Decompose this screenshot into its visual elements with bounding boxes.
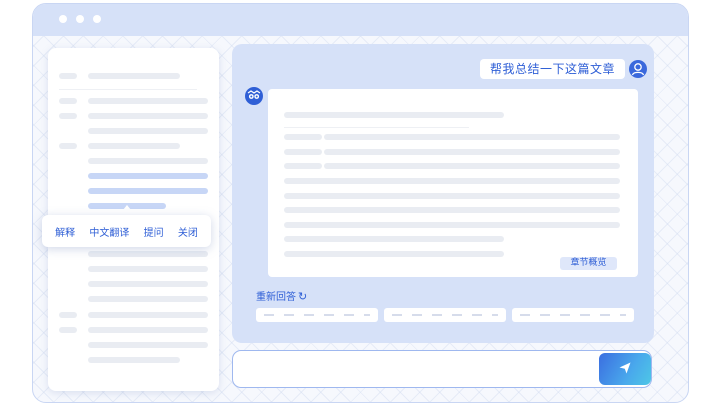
doc-line: [88, 342, 208, 348]
answer-line: [284, 134, 322, 140]
doc-line: [88, 158, 208, 164]
doc-line: [88, 266, 208, 272]
title-bar: [33, 4, 688, 36]
doc-line: [59, 312, 77, 318]
answer-card: [268, 89, 638, 277]
answer-line: [284, 207, 620, 213]
menu-item-close[interactable]: 关闭: [178, 224, 198, 239]
doc-line: [88, 73, 180, 79]
regenerate-button[interactable]: 重新回答 ↻: [256, 290, 307, 304]
chapter-overview-badge[interactable]: 章节概览: [560, 257, 617, 270]
paper-plane-icon: [618, 361, 632, 378]
send-button[interactable]: [599, 353, 651, 385]
menu-item-translate-chinese[interactable]: 中文翻译: [89, 224, 129, 239]
doc-line: [88, 327, 208, 333]
context-menu-arrow: [119, 205, 135, 215]
suggested-question[interactable]: [256, 308, 378, 322]
context-menu: 解释 中文翻译 提问 关闭: [42, 215, 211, 247]
answer-divider: [284, 127, 469, 128]
chat-input-box: [232, 350, 652, 388]
doc-line: [59, 113, 77, 119]
answer-line: [284, 222, 620, 228]
answer-line: [284, 193, 620, 199]
doc-line: [88, 312, 208, 318]
user-message: 帮我总结一下这篇文章: [480, 59, 625, 79]
doc-line: [88, 251, 208, 257]
menu-item-ask[interactable]: 提问: [144, 224, 164, 239]
doc-line: [88, 296, 208, 302]
answer-line: [284, 236, 504, 242]
window-dot-icon: [59, 15, 67, 23]
answer-line: [284, 149, 322, 155]
answer-line: [284, 112, 504, 118]
refresh-icon: ↻: [298, 290, 308, 303]
doc-line: [88, 281, 208, 287]
doc-line-selected[interactable]: [88, 173, 208, 179]
doc-line: [59, 73, 77, 79]
answer-line: [284, 251, 504, 257]
doc-line-selected[interactable]: [88, 188, 208, 194]
doc-divider: [59, 89, 197, 90]
owl-bot-icon: [245, 87, 263, 105]
answer-line: [324, 134, 620, 140]
suggested-question[interactable]: [512, 308, 634, 322]
suggested-question[interactable]: [384, 308, 506, 322]
user-avatar-icon: [629, 60, 647, 78]
regenerate-label: 重新回答: [256, 292, 296, 303]
answer-line: [324, 163, 620, 169]
doc-line: [88, 98, 208, 104]
doc-line: [59, 143, 77, 149]
chat-input[interactable]: [243, 359, 593, 381]
answer-line: [324, 149, 620, 155]
doc-line: [88, 357, 180, 363]
menu-item-explain[interactable]: 解释: [55, 224, 75, 239]
window-dot-icon: [76, 15, 84, 23]
doc-line: [59, 98, 77, 104]
doc-line: [59, 327, 77, 333]
answer-line: [284, 163, 322, 169]
doc-line: [88, 128, 208, 134]
doc-line: [88, 143, 180, 149]
answer-line: [284, 178, 620, 184]
doc-line: [88, 113, 208, 119]
window-dot-icon: [93, 15, 101, 23]
